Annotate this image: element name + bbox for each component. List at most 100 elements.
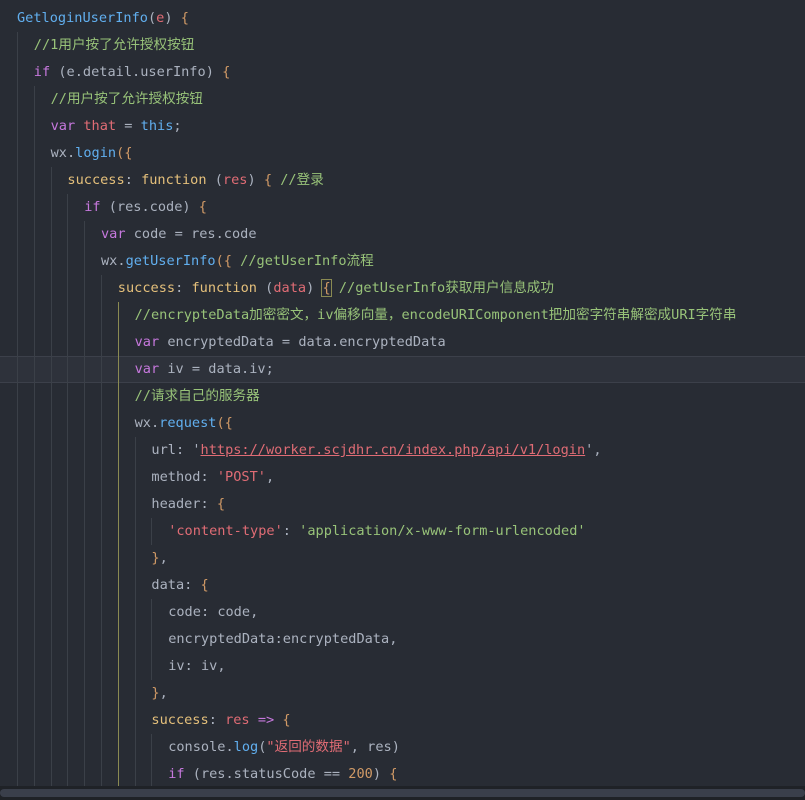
indent-guide bbox=[101, 437, 102, 464]
indent-guide bbox=[151, 626, 153, 653]
code-token: ( bbox=[147, 10, 157, 26]
code-line[interactable]: wx.getUserInfo({ //getUserInfo流程 bbox=[0, 248, 805, 275]
indent-guide bbox=[17, 32, 18, 59]
indent-guide bbox=[117, 491, 119, 518]
code-token: log bbox=[233, 739, 259, 755]
indent-guide bbox=[101, 491, 102, 518]
code-line[interactable]: var that = this; bbox=[0, 113, 805, 140]
code-line[interactable]: 'content-type': 'application/x-www-form-… bbox=[0, 518, 805, 545]
code-token: , bbox=[265, 469, 275, 485]
code-line[interactable]: url: 'https://worker.scjdhr.cn/index.php… bbox=[0, 437, 805, 464]
indent-guide bbox=[117, 734, 119, 761]
code-line[interactable]: success: res => { bbox=[0, 707, 805, 734]
indent-guide bbox=[33, 734, 35, 761]
indent-guide bbox=[117, 545, 119, 572]
indent-guide bbox=[17, 761, 18, 788]
code-line[interactable]: var code = res.code bbox=[0, 221, 805, 248]
code-line[interactable]: wx.login({ bbox=[0, 140, 805, 167]
code-line[interactable]: if (res.statusCode == 200) { bbox=[0, 761, 805, 788]
code-line[interactable]: }, bbox=[0, 545, 805, 572]
code-token: , bbox=[217, 658, 226, 674]
indent-guide bbox=[117, 437, 119, 464]
code-token: 200 bbox=[348, 766, 373, 782]
scrollbar-thumb[interactable] bbox=[0, 789, 805, 797]
indent-guide bbox=[50, 599, 52, 626]
code-token: var bbox=[50, 118, 84, 134]
code-text: data: { bbox=[151, 572, 208, 599]
indent-guide bbox=[33, 302, 35, 329]
indent-guide bbox=[101, 707, 102, 734]
indent-guide bbox=[117, 329, 119, 356]
code-token: ({ bbox=[116, 145, 133, 161]
code-token: ; bbox=[173, 118, 182, 134]
code-token: var bbox=[134, 334, 168, 350]
code-token: method bbox=[151, 469, 201, 485]
indent-guide bbox=[84, 626, 86, 653]
code-line[interactable]: //encrypteData加密密文，iv偏移向量，encodeURICompo… bbox=[0, 302, 805, 329]
code-line[interactable]: //请求自己的服务器 bbox=[0, 383, 805, 410]
indent-guide bbox=[84, 707, 86, 734]
indent-guide bbox=[84, 410, 86, 437]
code-line[interactable]: var iv = data.iv; bbox=[0, 356, 805, 383]
code-line[interactable]: success: function (res) { //登录 bbox=[0, 167, 805, 194]
code-line[interactable]: if (e.detail.userInfo) { bbox=[0, 59, 805, 86]
code-token: res.code bbox=[116, 199, 183, 215]
indent-guide bbox=[67, 329, 69, 356]
code-line[interactable]: //1用户按了允许授权按钮 bbox=[0, 32, 805, 59]
code-token: getUserInfo bbox=[125, 253, 216, 269]
code-line[interactable]: encryptedData:encryptedData, bbox=[0, 626, 805, 653]
code-line[interactable]: var encryptedData = data.encryptedData bbox=[0, 329, 805, 356]
indent-guide bbox=[84, 491, 86, 518]
indent-guide bbox=[134, 599, 136, 626]
code-token: //getUserInfo流程 bbox=[240, 253, 374, 269]
code-editor[interactable]: GetloginUserInfo(e) {//1用户按了允许授权按钮 if (e.… bbox=[0, 0, 805, 800]
code-line[interactable]: console.log("返回的数据", res) bbox=[0, 734, 805, 761]
indent-guide bbox=[50, 437, 52, 464]
indent-guide bbox=[101, 329, 102, 356]
code-line[interactable]: wx.request({ bbox=[0, 410, 805, 437]
code-token: //用户按了允许授权按钮 bbox=[50, 91, 203, 107]
indent-guide bbox=[17, 86, 18, 113]
code-token: : ' bbox=[175, 442, 201, 458]
indent-guide bbox=[67, 518, 69, 545]
indent-guide bbox=[33, 194, 35, 221]
code-token: ; bbox=[265, 361, 274, 377]
code-token: ( bbox=[100, 199, 117, 215]
code-line[interactable]: code: code, bbox=[0, 599, 805, 626]
code-token: , bbox=[250, 604, 259, 620]
indent-guide bbox=[117, 302, 119, 329]
code-line[interactable]: iv: iv, bbox=[0, 653, 805, 680]
code-line[interactable]: //用户按了允许授权按钮 bbox=[0, 86, 805, 113]
code-line[interactable]: if (res.code) { bbox=[0, 194, 805, 221]
indent-guide bbox=[84, 248, 86, 275]
code-token: ', bbox=[585, 442, 602, 458]
indent-guide bbox=[117, 410, 119, 437]
indent-guide bbox=[67, 734, 69, 761]
indent-guide bbox=[33, 626, 35, 653]
code-line[interactable]: method: 'POST', bbox=[0, 464, 805, 491]
indent-guide bbox=[33, 437, 35, 464]
horizontal-scrollbar[interactable] bbox=[0, 786, 805, 800]
indent-guide bbox=[84, 329, 86, 356]
code-text: wx.login({ bbox=[51, 140, 133, 167]
code-line[interactable]: }, bbox=[0, 680, 805, 707]
code-line[interactable]: header: { bbox=[0, 491, 805, 518]
code-line[interactable]: success: function (data) { //getUserInfo… bbox=[0, 275, 805, 302]
indent-guide bbox=[33, 113, 35, 140]
code-line[interactable]: data: { bbox=[0, 572, 805, 599]
indent-guide bbox=[67, 221, 69, 248]
code-token: encryptedData bbox=[167, 334, 274, 350]
indent-guide bbox=[33, 410, 35, 437]
code-token: data.encryptedData bbox=[298, 334, 446, 350]
code-token: code bbox=[133, 226, 167, 242]
indent-guide bbox=[33, 545, 35, 572]
indent-guide bbox=[151, 599, 153, 626]
indent-guide bbox=[33, 329, 35, 356]
code-token: console. bbox=[168, 739, 234, 755]
indent-guide bbox=[67, 653, 69, 680]
code-line[interactable]: GetloginUserInfo(e) { bbox=[0, 5, 805, 32]
code-token: => bbox=[257, 712, 275, 728]
indent-guide bbox=[17, 491, 18, 518]
indent-guide bbox=[33, 599, 35, 626]
code-token: { bbox=[282, 712, 291, 728]
